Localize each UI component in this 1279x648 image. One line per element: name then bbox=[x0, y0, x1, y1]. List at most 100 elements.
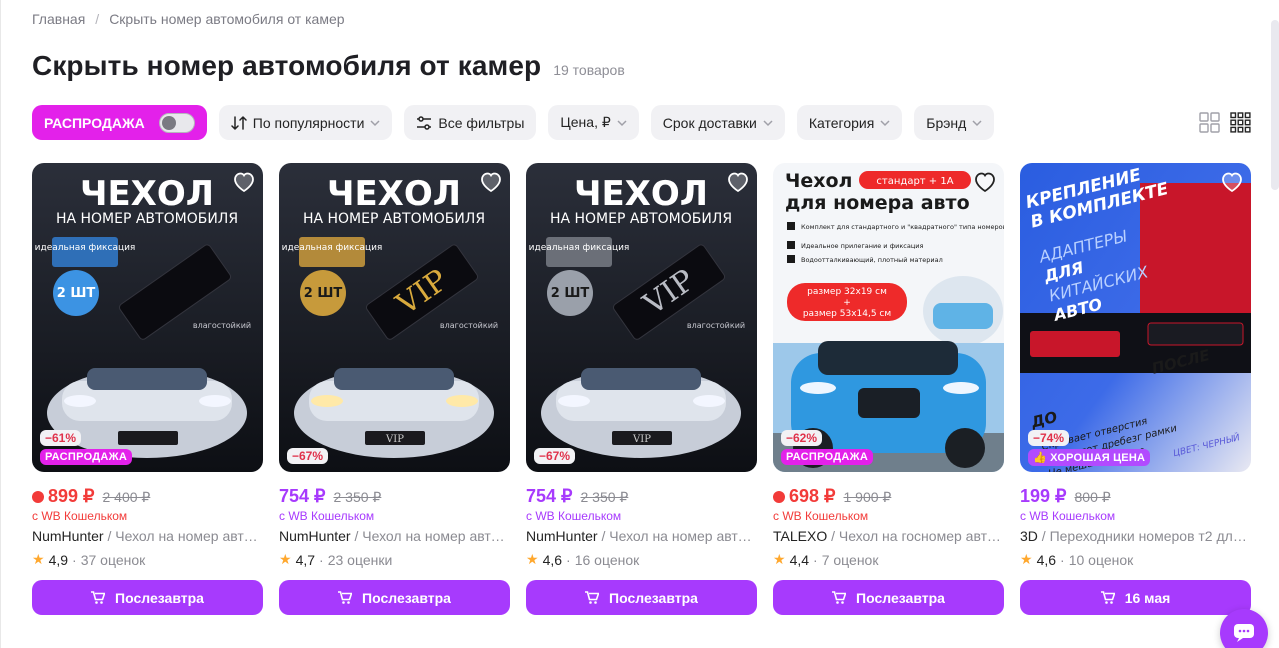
product-title: / Переходники номеров т2 для авто bbox=[1037, 528, 1251, 544]
old-price: 2 350 ₽ bbox=[333, 489, 382, 505]
reviews-count[interactable]: 23 оценки bbox=[328, 552, 393, 568]
sort-icon bbox=[231, 115, 247, 130]
wallet-note: с WB Кошельком bbox=[32, 509, 128, 523]
favorite-heart-icon[interactable] bbox=[726, 171, 750, 193]
reviews-count[interactable]: 7 оценок bbox=[822, 552, 879, 568]
product-card[interactable]: КРЕПЛЕНИЕ В КОМПЛЕКТЕ АДАПТЕРЫ ДЛЯ КИТАЙ… bbox=[1020, 163, 1251, 618]
add-to-cart-button[interactable]: 16 мая bbox=[1020, 580, 1251, 615]
rating: ★ 4,4 · 7 оценок bbox=[773, 551, 878, 568]
current-price: 199 ₽ bbox=[1020, 486, 1067, 506]
product-name[interactable]: 3D / Переходники номеров т2 для авто bbox=[1020, 528, 1251, 544]
product-card[interactable]: ЧЕХОЛ НА НОМЕР АВТОМОБИЛЯ идеальная фикс… bbox=[32, 163, 263, 618]
product-image-art: ЧЕХОЛ НА НОМЕР АВТОМОБИЛЯ идеальная фикс… bbox=[32, 163, 263, 472]
add-to-cart-button[interactable]: Послезавтра bbox=[773, 580, 1004, 615]
page-title: Скрыть номер автомобиля от камер bbox=[32, 50, 542, 81]
product-card[interactable]: ЧЕХОЛ НА НОМЕР АВТОМОБИЛЯ идеальная фикс… bbox=[279, 163, 510, 618]
reviews-count[interactable]: 37 оценок bbox=[81, 552, 146, 568]
add-to-cart-button[interactable]: Послезавтра bbox=[526, 580, 757, 615]
product-image[interactable]: КРЕПЛЕНИЕ В КОМПЛЕКТЕ АДАПТЕРЫ ДЛЯ КИТАЙ… bbox=[1020, 163, 1251, 472]
sale-toggle-switch[interactable] bbox=[158, 112, 195, 133]
current-price: 754 ₽ bbox=[279, 486, 326, 506]
rating-sep: · bbox=[566, 551, 571, 568]
svg-text:идеальная фиксация: идеальная фиксация bbox=[529, 243, 630, 253]
rating-value: 4,6 bbox=[1036, 551, 1057, 568]
all-filters-button[interactable]: Все фильтры bbox=[404, 105, 537, 140]
sale-toggle-chip[interactable]: РАСПРОДАЖА bbox=[32, 105, 207, 140]
reviews-count[interactable]: 16 оценок bbox=[575, 552, 640, 568]
sale-flame-icon bbox=[773, 491, 785, 503]
chevron-down-icon bbox=[763, 119, 773, 126]
favorite-heart-icon[interactable] bbox=[1220, 171, 1244, 193]
rating-value: 4,6 bbox=[542, 551, 563, 568]
svg-text:для номера авто: для номера авто bbox=[785, 192, 970, 214]
title-row: Скрыть номер автомобиля от камер 19 това… bbox=[32, 50, 625, 82]
product-image-art: Чехол стандарт + 1А для номера авто Комп… bbox=[773, 163, 1004, 472]
delivery-label: Послезавтра bbox=[362, 589, 451, 606]
favorite-heart-icon[interactable] bbox=[479, 171, 503, 193]
current-price-value: 899 ₽ bbox=[48, 486, 95, 506]
price-filter-dropdown[interactable]: Цена, ₽ bbox=[548, 105, 639, 140]
favorite-heart-icon[interactable] bbox=[232, 171, 256, 193]
old-price: 1 900 ₽ bbox=[843, 489, 892, 505]
delivery-filter-label: Срок доставки bbox=[662, 114, 757, 131]
product-card[interactable]: ЧЕХОЛ НА НОМЕР АВТОМОБИЛЯ идеальная фикс… bbox=[526, 163, 757, 618]
reviews-count[interactable]: 10 оценок bbox=[1069, 552, 1134, 568]
sort-dropdown[interactable]: По популярности bbox=[218, 105, 393, 140]
breadcrumb-separator: / bbox=[95, 11, 100, 27]
chevron-down-icon bbox=[617, 119, 627, 126]
product-grid: ЧЕХОЛ НА НОМЕР АВТОМОБИЛЯ идеальная фикс… bbox=[32, 163, 1251, 618]
product-image[interactable]: Чехол стандарт + 1А для номера авто Комп… bbox=[773, 163, 1004, 472]
rating-sep: · bbox=[319, 551, 324, 568]
svg-text:Чехол: Чехол bbox=[785, 170, 852, 192]
product-brand: NumHunter bbox=[526, 528, 598, 544]
category-filter-label: Категория bbox=[808, 114, 875, 131]
wallet-note: с WB Кошельком bbox=[526, 509, 622, 523]
product-card[interactable]: Чехол стандарт + 1А для номера авто Комп… bbox=[773, 163, 1004, 618]
product-title: / Чехол на номер автомобиля bbox=[354, 528, 510, 544]
current-price: 754 ₽ bbox=[526, 486, 573, 506]
old-price: 2 350 ₽ bbox=[580, 489, 629, 505]
discount-badge: −61% bbox=[40, 430, 82, 446]
page-scrollbar[interactable] bbox=[1271, 20, 1279, 190]
delivery-filter-dropdown[interactable]: Срок доставки bbox=[650, 105, 785, 140]
wallet-note: с WB Кошельком bbox=[773, 509, 869, 523]
brand-filter-dropdown[interactable]: Брэнд bbox=[914, 105, 995, 140]
rating: ★ 4,6 · 16 оценок bbox=[526, 551, 639, 568]
svg-text:влагостойкий: влагостойкий bbox=[687, 321, 745, 330]
product-name[interactable]: NumHunter / Чехол на номер автомобиля bbox=[279, 528, 510, 544]
svg-text:НА НОМЕР АВТОМОБИЛЯ: НА НОМЕР АВТОМОБИЛЯ bbox=[56, 211, 238, 227]
product-image[interactable]: ЧЕХОЛ НА НОМЕР АВТОМОБИЛЯ идеальная фикс… bbox=[526, 163, 757, 472]
rating-sep: · bbox=[1060, 551, 1065, 568]
thumbs-up-icon: 👍 bbox=[1033, 452, 1051, 464]
cart-icon bbox=[1100, 591, 1115, 604]
rating-sep: · bbox=[813, 551, 818, 568]
product-name[interactable]: NumHunter / Чехол на номер автомобиля bbox=[526, 528, 757, 544]
chevron-down-icon bbox=[880, 119, 890, 126]
grid-large-icon[interactable] bbox=[1199, 112, 1220, 133]
category-filter-dropdown[interactable]: Категория bbox=[796, 105, 903, 140]
svg-text:стандарт + 1А: стандарт + 1А bbox=[876, 176, 953, 187]
product-image[interactable]: ЧЕХОЛ НА НОМЕР АВТОМОБИЛЯ идеальная фикс… bbox=[279, 163, 510, 472]
product-image-art: ЧЕХОЛ НА НОМЕР АВТОМОБИЛЯ идеальная фикс… bbox=[279, 163, 510, 472]
rating-value: 4,7 bbox=[295, 551, 316, 568]
add-to-cart-button[interactable]: Послезавтра bbox=[32, 580, 263, 615]
svg-text:VIP: VIP bbox=[632, 434, 651, 445]
favorite-heart-icon[interactable] bbox=[973, 171, 997, 193]
price-row: 199 ₽ 800 ₽ bbox=[1020, 486, 1111, 507]
discount-badge: −67% bbox=[287, 448, 329, 464]
sale-badge: РАСПРОДАЖА bbox=[781, 449, 874, 465]
product-name[interactable]: TALEXO / Чехол на госномер автомобиля bbox=[773, 528, 1004, 544]
svg-text:VIP: VIP bbox=[385, 434, 404, 445]
svg-text:Водоотталкивающий, плотный мат: Водоотталкивающий, плотный материал bbox=[801, 256, 943, 264]
grid-small-icon[interactable] bbox=[1230, 112, 1251, 133]
page: Главная / Скрыть номер автомобиля от кам… bbox=[0, 0, 1279, 648]
svg-text:2 ШТ: 2 ШТ bbox=[57, 286, 96, 301]
svg-text:ЧЕХОЛ: ЧЕХОЛ bbox=[574, 174, 708, 214]
chat-button[interactable] bbox=[1220, 609, 1268, 648]
delivery-label: Послезавтра bbox=[609, 589, 698, 606]
add-to-cart-button[interactable]: Послезавтра bbox=[279, 580, 510, 615]
star-icon: ★ bbox=[526, 551, 539, 567]
breadcrumb-home-link[interactable]: Главная bbox=[32, 11, 85, 27]
product-image[interactable]: ЧЕХОЛ НА НОМЕР АВТОМОБИЛЯ идеальная фикс… bbox=[32, 163, 263, 472]
product-name[interactable]: NumHunter / Чехол на номер автомобиля bbox=[32, 528, 263, 544]
